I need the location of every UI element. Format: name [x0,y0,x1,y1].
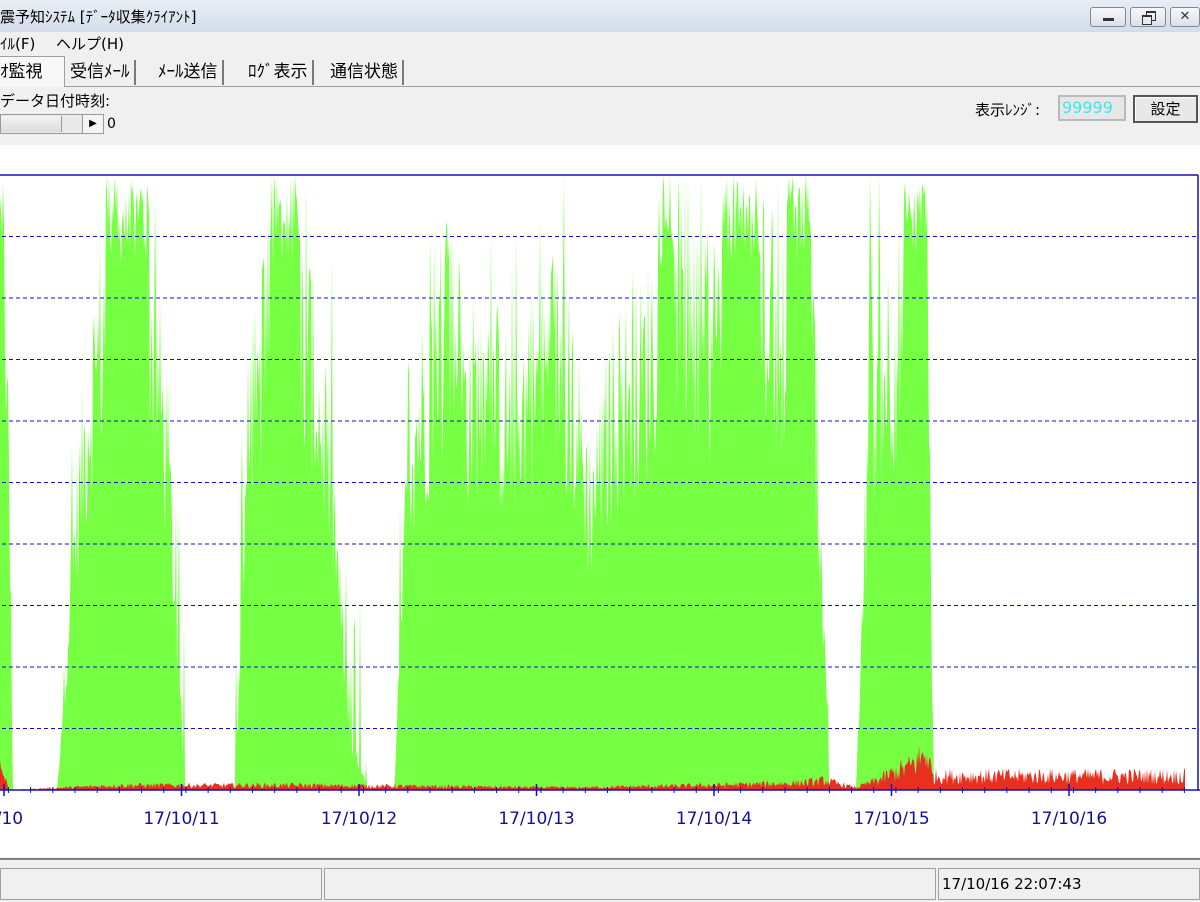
date-scrollbar[interactable]: ▶ [0,114,104,134]
display-range-input[interactable]: 99999 [1058,95,1126,121]
x-tick-label: 0/10 [0,809,23,829]
menu-file[interactable]: ｲﾙ(F) [0,33,35,54]
scroll-thumb[interactable] [1,116,62,132]
window-title: 震予知ｼｽﾃﾑ [ﾃﾞｰﾀ収集ｸﾗｲｱﾝﾄ] [0,8,197,26]
close-icon [1171,8,1199,26]
minimize-button[interactable] [1090,7,1126,27]
date-time-label: データ日付時刻: [0,92,111,110]
status-panel-1 [0,868,322,900]
scroll-right-arrow-icon[interactable]: ▶ [82,115,103,133]
tab-received-mail[interactable]: 受信ﾒｰﾙ [70,60,136,85]
restore-button[interactable] [1130,7,1166,27]
x-tick-label: 17/10/15 [853,809,929,829]
tab-send-mail[interactable]: ﾒｰﾙ送信 [158,60,224,85]
restore-icon [1131,8,1165,26]
close-button[interactable] [1170,7,1200,27]
menu-help[interactable]: ヘルプ(H) [56,33,124,54]
scroll-value: 0 [107,116,116,132]
menu-bar: ｲﾙ(F) ヘルプ(H) [0,32,1200,54]
tab-monitor[interactable]: ｵ監視 [0,56,65,87]
status-datetime: 17/10/16 22:07:43 [938,868,1200,900]
x-tick-label: 17/10/13 [498,809,574,829]
minimize-icon [1091,8,1125,26]
display-range-label: 表示ﾚﾝｼﾞ: [975,101,1041,119]
status-panel-2 [324,868,936,900]
title-bar: 震予知ｼｽﾃﾑ [ﾃﾞｰﾀ収集ｸﾗｲｱﾝﾄ] [0,0,1200,33]
tab-strip: ｵ監視 受信ﾒｰﾙ ﾒｰﾙ送信 ﾛｸﾞ表示 通信状態 [0,56,1200,87]
status-bar: 17/10/16 22:07:43 [0,858,1200,902]
x-tick-label: 17/10/11 [143,809,219,829]
x-tick-label: 17/10/16 [1031,809,1107,829]
x-tick-label: 17/10/14 [676,809,752,829]
x-tick-label: 17/10/12 [321,809,397,829]
tab-comm-status[interactable]: 通信状態 [330,60,404,85]
set-button[interactable]: 設定 [1133,95,1198,123]
waveform-chart: 0/10 17/10/11 17/10/12 17/10/13 17/10/14 17/1… [0,174,1200,829]
tab-log-view[interactable]: ﾛｸﾞ表示 [248,60,314,85]
chart-area: 0/10 17/10/11 17/10/12 17/10/13 17/10/14 17/1… [0,145,1200,857]
